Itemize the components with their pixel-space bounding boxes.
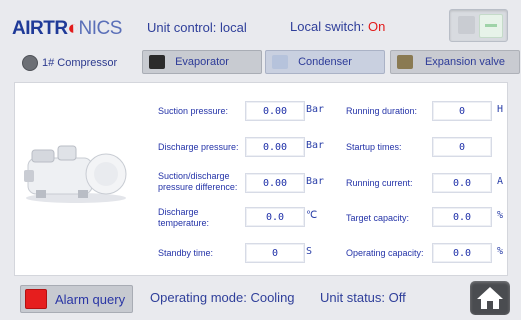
suction-pressure-label: Suction pressure: (158, 106, 229, 116)
pressure-difference-label: Suction/discharge pressure difference: (158, 171, 238, 192)
unit-control-label: Unit control: local (147, 20, 247, 35)
discharge-pressure-value: 0.00 (245, 137, 305, 157)
alarm-query-button[interactable]: Alarm query (20, 285, 133, 313)
operating-capacity-label: Operating capacity: (346, 248, 424, 258)
tab-condenser-label: Condenser (298, 56, 352, 68)
alarm-icon (25, 289, 47, 309)
local-switch-label: Local switch: (290, 19, 365, 34)
unit-status: Unit status: Off (320, 290, 406, 305)
startup-times-value: 0 (432, 137, 492, 157)
running-current-value: 0.0 (432, 173, 492, 193)
running-duration-value: 0 (432, 101, 492, 121)
operating-mode-status: Operating mode: Cooling (150, 290, 295, 305)
discharge-temperature-label: Discharge temperature: (158, 207, 210, 228)
standby-time-unit: S (306, 246, 313, 257)
discharge-pressure-unit: Bar (306, 140, 325, 151)
target-capacity-unit: % (497, 210, 504, 221)
running-current-label: Running current: (346, 178, 413, 188)
discharge-temperature-value: 0.0 (245, 207, 305, 227)
toggle-off-segment (458, 16, 475, 34)
evaporator-icon (149, 55, 165, 69)
running-duration-unit: H (497, 104, 504, 115)
operating-capacity-unit: % (497, 246, 504, 257)
tab-evaporator-label: Evaporator (175, 56, 229, 68)
discharge-pressure-label: Discharge pressure: (158, 142, 239, 152)
toggle-on-segment (479, 14, 503, 38)
standby-time-value: 0 (245, 243, 305, 263)
discharge-temperature-unit: ℃ (306, 210, 318, 221)
standby-time-label: Standby time: (158, 248, 214, 258)
local-switch-value: On (368, 19, 386, 34)
home-button[interactable] (470, 281, 510, 315)
running-duration-label: Running duration: (346, 106, 418, 116)
tab-condenser[interactable]: Condenser (265, 50, 385, 74)
target-capacity-label: Target capacity: (346, 213, 410, 223)
local-switch-toggle[interactable] (449, 9, 508, 42)
tab-expansion-valve[interactable]: Expansion valve (390, 50, 520, 74)
tab-expansion-label: Expansion valve (424, 56, 506, 68)
home-icon (477, 287, 503, 309)
condenser-icon (272, 55, 288, 69)
operating-capacity-value: 0.0 (432, 243, 492, 263)
expansion-valve-icon (397, 55, 413, 69)
local-switch-status: Local switch: On (290, 19, 385, 34)
target-capacity-value: 0.0 (432, 207, 492, 227)
brand-logo: AIRTR◐NICS (12, 18, 122, 39)
tab-evaporator[interactable]: Evaporator (142, 50, 262, 74)
startup-times-label: Startup times: (346, 142, 402, 152)
alarm-query-label: Alarm query (55, 291, 126, 307)
suction-pressure-value: 0.00 (245, 101, 305, 121)
compressor-image (24, 145, 127, 203)
suction-pressure-unit: Bar (306, 104, 325, 115)
compressor-icon (22, 55, 38, 71)
compressor-selector[interactable]: 1# Compressor (22, 55, 117, 71)
compressor-label: 1# Compressor (42, 57, 118, 69)
pressure-difference-value: 0.00 (245, 173, 305, 193)
pressure-difference-unit: Bar (306, 176, 325, 187)
running-current-unit: A (497, 176, 504, 187)
